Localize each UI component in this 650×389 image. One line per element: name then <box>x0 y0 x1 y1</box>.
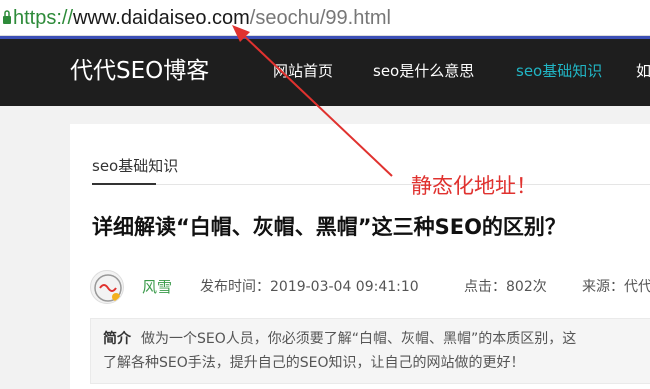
author-name[interactable]: 风雪 <box>142 277 172 297</box>
url-text: https://www.daidaiseo.com/seochu/99.html <box>13 6 391 30</box>
address-bar[interactable]: https://www.daidaiseo.com/seochu/99.html <box>0 0 650 36</box>
article-title: 详细解读“白帽、灰帽、黑帽”这三种SEO的区别？ <box>92 215 566 239</box>
lock-icon <box>3 10 11 24</box>
breadcrumb-underline <box>92 183 156 185</box>
url-path: /seochu/99.html <box>249 7 391 29</box>
divider <box>156 184 650 185</box>
site-header: 代代SEO博客 网站首页 seo是什么意思 seo基础知识 如 <box>0 39 650 106</box>
avatar[interactable] <box>90 270 124 304</box>
publish-date-label: 发布时间： <box>200 279 270 295</box>
nav-item-what-is-seo[interactable]: seo是什么意思 <box>373 61 474 81</box>
source-value: 代代 <box>624 279 650 295</box>
summary-text: 简介 做为一个SEO人员，你必须要了解“白帽、灰帽、黑帽”的本质区别，这 了解各种… <box>103 327 650 375</box>
summary-line-1: 简介 做为一个SEO人员，你必须要了解“白帽、灰帽、黑帽”的本质区别，这 <box>103 327 650 351</box>
summary-line-1-text: 做为一个SEO人员，你必须要了解“白帽、灰帽、黑帽”的本质区别，这 <box>141 331 577 347</box>
article-summary: 简介 做为一个SEO人员，你必须要了解“白帽、灰帽、黑帽”的本质区别，这 了解各种… <box>90 318 650 384</box>
publish-date-value: 2019-03-04 09:41:10 <box>270 279 419 295</box>
article-meta: 风雪 发布时间：2019-03-04 09:41:10 点击：802次 来源：代… <box>90 270 650 304</box>
url-scheme: https:// <box>13 7 74 29</box>
click-count: 点击：802次 <box>464 277 547 297</box>
click-count-value: 802次 <box>506 279 547 295</box>
nav-item-more[interactable]: 如 <box>636 61 650 81</box>
nav-item-home[interactable]: 网站首页 <box>273 61 333 81</box>
article-card: seo基础知识 详细解读“白帽、灰帽、黑帽”这三种SEO的区别？ 风雪 发布时间… <box>70 124 650 389</box>
seo-avatar-icon <box>94 274 122 302</box>
publish-date: 发布时间：2019-03-04 09:41:10 <box>200 277 419 297</box>
source-label: 来源： <box>582 279 624 295</box>
source: 来源：代代 <box>582 277 650 297</box>
click-count-label: 点击： <box>464 279 506 295</box>
breadcrumb[interactable]: seo基础知识 <box>92 156 178 176</box>
url-domain: www.daidaiseo.com <box>73 7 250 29</box>
nav-item-seo-basics[interactable]: seo基础知识 <box>516 61 602 81</box>
annotation-text: 静态化地址！ <box>411 174 537 198</box>
site-logo[interactable]: 代代SEO博客 <box>70 56 209 86</box>
summary-label: 简介 <box>103 331 131 347</box>
summary-line-2: 了解各种SEO手法，提升自己的SEO知识，让自己的网站做的更好！ <box>103 355 525 371</box>
page-background <box>0 106 70 389</box>
